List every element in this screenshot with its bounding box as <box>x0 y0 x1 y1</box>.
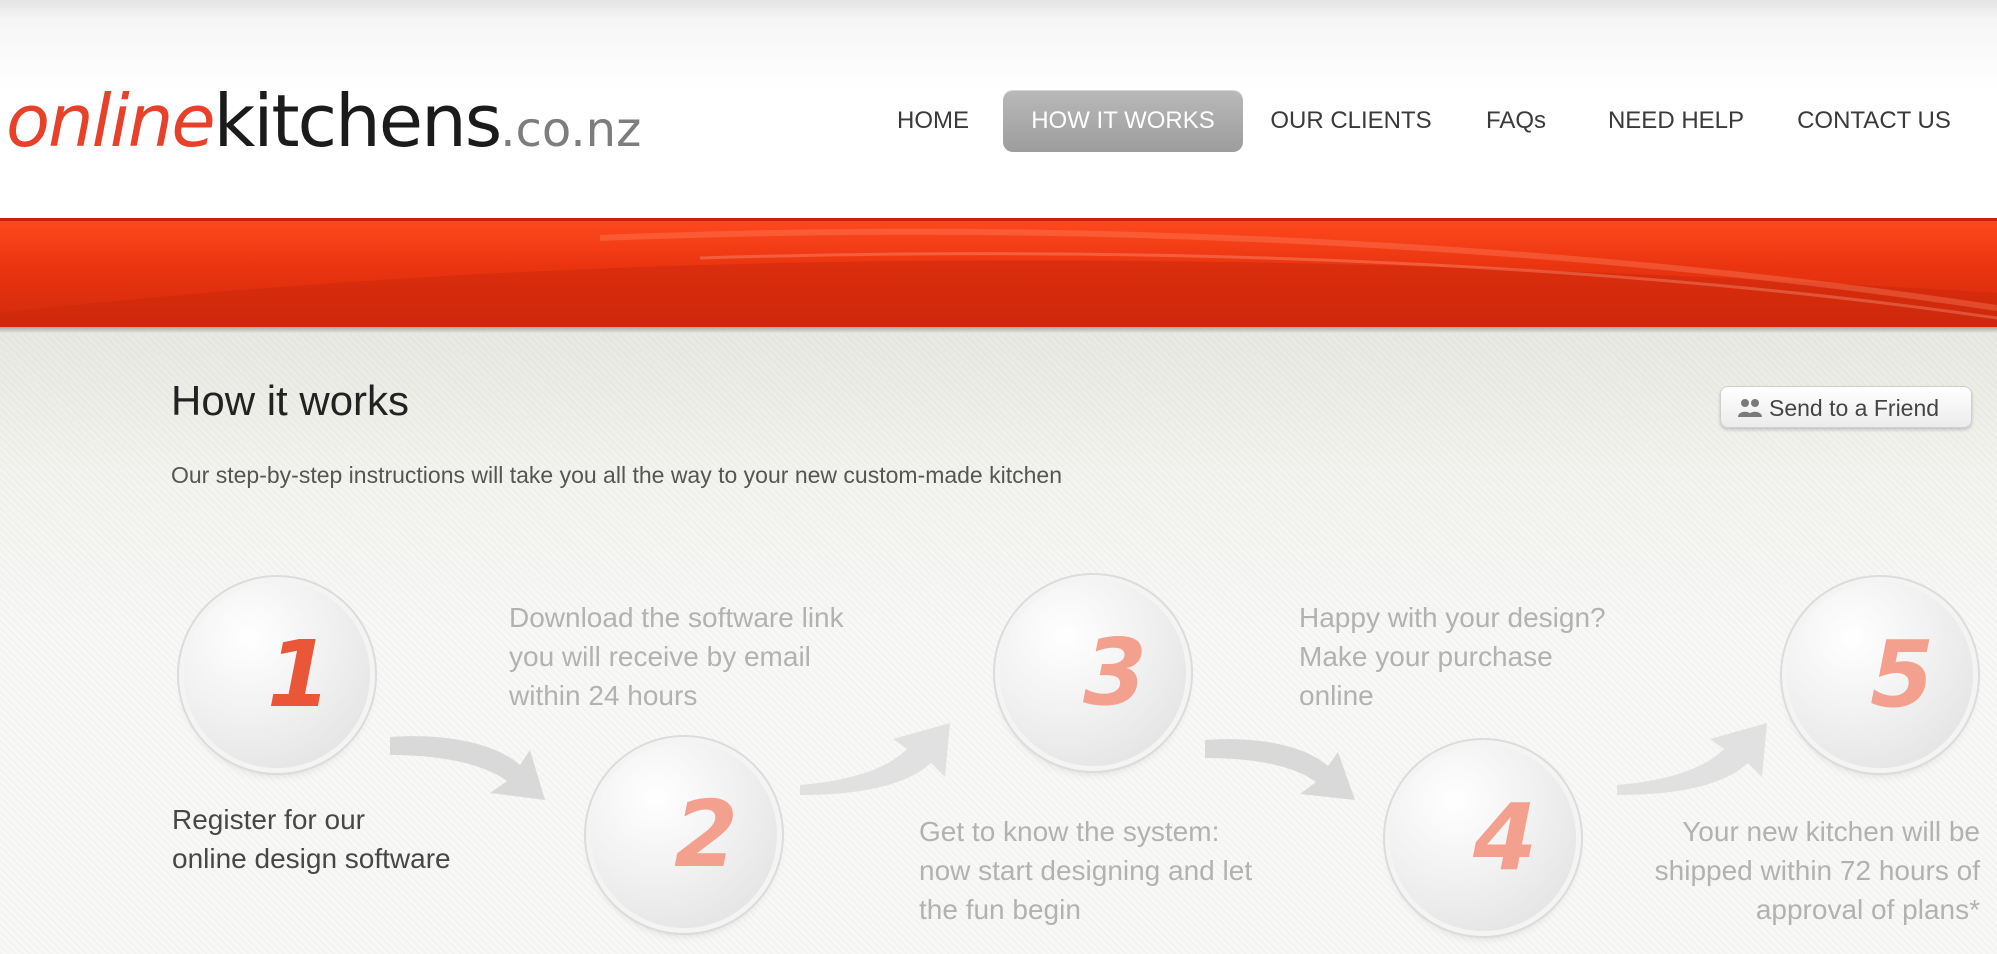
step-4-line-2: Make your purchase <box>1299 641 1553 672</box>
step-1-number: 1 <box>266 621 331 728</box>
nav-contact-us[interactable]: CONTACT US <box>1789 90 1959 152</box>
step-1-text: Register for our online design software <box>172 800 451 878</box>
step-3-line-1: Get to know the system: <box>919 816 1220 847</box>
arrow-2-to-3 <box>800 723 950 795</box>
send-to-friend-label: Send to a Friend <box>1769 395 1940 421</box>
send-to-friend-button[interactable]: Send to a Friend <box>1720 386 1972 428</box>
step-5-line-3: approval of plans* <box>1755 894 1980 925</box>
step-2-text: Download the software link you will rece… <box>509 598 844 715</box>
arrow-1-to-2 <box>390 736 545 800</box>
people-icon <box>1738 399 1762 417</box>
step-3-line-3: the fun begin <box>919 894 1081 925</box>
step-4-number: 4 <box>1472 784 1537 891</box>
step-3-line-2: now start designing and let <box>919 855 1253 886</box>
step-1-line-2: online design software <box>172 843 451 874</box>
step-2-line-3: within 24 hours <box>509 680 698 711</box>
step-2-number: 2 <box>673 781 738 888</box>
step-4-line-3: online <box>1299 680 1374 711</box>
page-subtitle: Our step-by-step instructions will take … <box>171 462 1062 488</box>
step-5-number: 5 <box>1869 621 1934 728</box>
step-3-number: 3 <box>1082 619 1147 726</box>
step-3-circle: 3 <box>1000 580 1186 766</box>
banner-swoosh <box>0 228 1997 327</box>
step-4-circle: 4 <box>1390 745 1576 931</box>
arrow-3-to-4 <box>1205 739 1355 800</box>
step-4-text: Happy with your design? Make your purcha… <box>1299 598 1606 715</box>
nav-how-it-works[interactable]: HOW IT WORKS <box>1003 90 1243 152</box>
step-5-text: Your new kitchen will be shipped within … <box>1620 812 1980 929</box>
header-banner-band <box>0 218 1997 327</box>
nav-our-clients[interactable]: OUR CLIENTS <box>1263 90 1439 152</box>
step-1-line-1: Register for our <box>172 804 365 835</box>
step-2-circle: 2 <box>591 742 777 928</box>
step-2-line-2: you will receive by email <box>509 641 811 672</box>
nav-need-help[interactable]: NEED HELP <box>1601 90 1751 152</box>
step-4-line-1: Happy with your design? <box>1299 602 1606 633</box>
nav-home[interactable]: HOME <box>885 90 981 152</box>
step-1-circle: 1 <box>184 582 370 768</box>
step-5-line-1: Your new kitchen will be <box>1682 816 1980 847</box>
nav-faqs[interactable]: FAQs <box>1474 90 1558 152</box>
step-2-line-1: Download the software link <box>509 602 844 633</box>
step-5-circle: 5 <box>1787 582 1973 768</box>
step-3-text: Get to know the system: now start design… <box>919 812 1252 929</box>
step-5-line-2: shipped within 72 hours of <box>1654 855 1980 886</box>
main-nav: HOME HOW IT WORKS OUR CLIENTS FAQs NEED … <box>0 90 1997 152</box>
site-header: onlinekitchens.co.nz HOME HOW IT WORKS O… <box>0 0 1997 218</box>
arrow-4-to-5 <box>1617 723 1767 795</box>
page-title: How it works <box>171 377 410 424</box>
